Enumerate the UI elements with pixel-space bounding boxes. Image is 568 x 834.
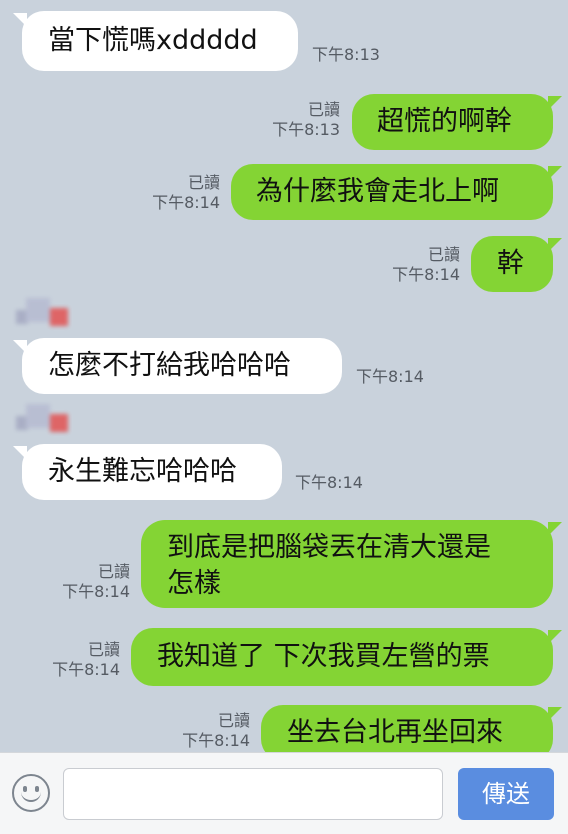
avatar[interactable] xyxy=(16,400,70,440)
bubble-tail xyxy=(548,707,562,721)
emoji-icon[interactable] xyxy=(12,774,50,812)
message-time: 下午8:13 xyxy=(272,120,340,139)
message-bubble-outgoing[interactable]: 幹 xyxy=(471,236,562,292)
read-receipt: 已讀 xyxy=(97,562,130,581)
read-receipt: 已讀 xyxy=(307,100,340,119)
message-meta: 下午8:14 xyxy=(295,473,363,493)
message-input[interactable] xyxy=(63,768,443,820)
message-bubble-outgoing[interactable]: 到底是把腦袋丟在清大還是 怎樣 xyxy=(141,520,562,608)
message-bubble-outgoing[interactable]: 我知道了 下次我買左營的票 xyxy=(131,628,562,686)
message-bubble-incoming[interactable]: 永生難忘哈哈哈 xyxy=(13,444,282,500)
message-meta: 已讀 下午8:14 xyxy=(42,640,120,680)
message-meta: 已讀 下午8:14 xyxy=(142,173,220,213)
message-time: 下午8:14 xyxy=(295,473,363,492)
bubble-tail xyxy=(548,522,562,536)
message-meta: 已讀 下午8:14 xyxy=(52,562,130,602)
message-time: 下午8:14 xyxy=(182,731,250,750)
bubble-tail xyxy=(13,446,27,460)
message-composer: 傳送 xyxy=(0,752,568,834)
message-time: 下午8:14 xyxy=(52,660,120,679)
message-time: 下午8:14 xyxy=(392,265,460,284)
message-meta: 下午8:13 xyxy=(312,45,380,65)
message-text: 我知道了 下次我買左營的票 xyxy=(157,641,490,672)
message-time: 下午8:14 xyxy=(152,193,220,212)
bubble-tail xyxy=(548,238,562,252)
message-bubble-outgoing[interactable]: 超慌的啊幹 xyxy=(352,94,562,150)
message-text: 超慌的啊幹 xyxy=(377,106,512,137)
bubble-tail xyxy=(548,630,562,644)
message-text-line: 怎樣 xyxy=(167,568,221,599)
read-receipt: 已讀 xyxy=(217,711,250,730)
message-time: 下午8:14 xyxy=(62,582,130,601)
message-text: 為什麼我會走北上啊 xyxy=(256,176,499,207)
bubble-tail xyxy=(13,340,27,354)
read-receipt: 已讀 xyxy=(87,640,120,659)
message-text: 坐去台北再坐回來 xyxy=(287,717,503,748)
bubble-tail xyxy=(548,96,562,110)
message-bubble-incoming[interactable]: 當下慌嗎xddddd xyxy=(13,11,298,71)
read-receipt: 已讀 xyxy=(427,245,460,264)
message-meta: 下午8:14 xyxy=(356,367,424,387)
chat-area[interactable]: 當下慌嗎xddddd 下午8:13 已讀 下午8:13 超慌的啊幹 已讀 下午8… xyxy=(0,0,568,761)
message-text-line: 到底是把腦袋丟在清大還是 xyxy=(167,532,491,563)
bubble-tail xyxy=(13,13,27,27)
message-time: 下午8:14 xyxy=(356,367,424,386)
message-bubble-incoming[interactable]: 怎麼不打給我哈哈哈 xyxy=(13,338,342,394)
message-meta: 已讀 下午8:14 xyxy=(382,245,460,285)
message-text: 怎麼不打給我哈哈哈 xyxy=(48,350,291,381)
bubble-tail xyxy=(548,166,562,180)
message-time: 下午8:13 xyxy=(312,45,380,64)
message-text: 永生難忘哈哈哈 xyxy=(48,456,237,487)
send-button[interactable]: 傳送 xyxy=(458,768,554,820)
message-text: 幹 xyxy=(497,248,524,279)
read-receipt: 已讀 xyxy=(187,173,220,192)
avatar[interactable] xyxy=(16,294,70,334)
message-meta: 已讀 下午8:14 xyxy=(172,711,250,751)
message-bubble-outgoing[interactable]: 為什麼我會走北上啊 xyxy=(231,164,562,220)
message-meta: 已讀 下午8:13 xyxy=(262,100,340,140)
message-text: 當下慌嗎xddddd xyxy=(48,25,258,56)
